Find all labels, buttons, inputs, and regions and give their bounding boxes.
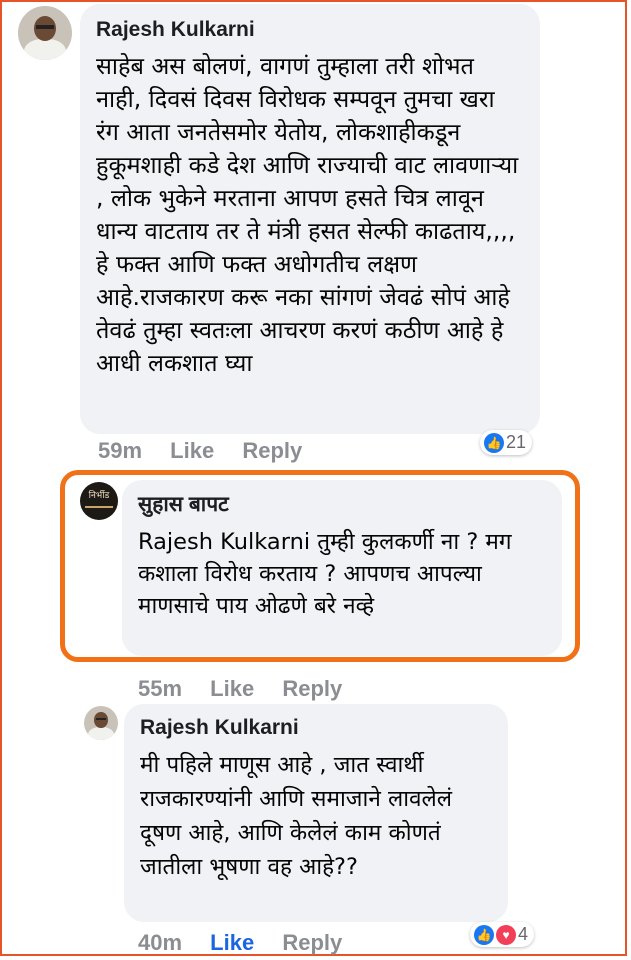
comment-author[interactable]: Rajesh Kulkarni bbox=[96, 18, 522, 42]
avatar[interactable]: निर्भीड bbox=[80, 482, 118, 520]
comment-text: Rajesh Kulkarni तुम्ही कुलकर्णी ना ? मग … bbox=[138, 529, 512, 619]
avatar[interactable] bbox=[84, 706, 118, 740]
comment-timestamp[interactable]: 59m bbox=[98, 438, 142, 463]
comment-bubble: Rajesh Kulkarni मी पहिले माणूस आहे , जात… bbox=[124, 704, 508, 922]
avatar-logo-text: निर्भीड bbox=[88, 490, 110, 501]
reaction-summary[interactable]: 👍 ♥ 4 bbox=[470, 922, 535, 947]
reply-button[interactable]: Reply bbox=[282, 676, 342, 701]
like-button[interactable]: Like bbox=[210, 930, 254, 955]
comment-author[interactable]: सुहास बापट bbox=[138, 490, 544, 518]
like-icon: 👍 bbox=[484, 432, 504, 453]
like-icon: 👍 bbox=[474, 924, 494, 945]
comment-timestamp[interactable]: 55m bbox=[138, 676, 182, 701]
reply-button[interactable]: Reply bbox=[282, 930, 342, 955]
comment-text: मी पहिले माणूस आहे , जात स्वार्थी राजकार… bbox=[140, 752, 453, 880]
like-button[interactable]: Like bbox=[170, 438, 214, 463]
avatar[interactable] bbox=[18, 6, 72, 60]
comment-text: साहेब अस बोलणं, वागणं तुम्हाला तरी शोभत … bbox=[96, 52, 519, 377]
comment-timestamp[interactable]: 40m bbox=[138, 930, 182, 955]
reaction-count: 4 bbox=[518, 924, 529, 944]
reaction-summary[interactable]: 👍 21 bbox=[480, 430, 533, 455]
comment-author[interactable]: Rajesh Kulkarni bbox=[140, 716, 490, 740]
comment-bubble: सुहास बापट Rajesh Kulkarni तुम्ही कुलकर्… bbox=[122, 480, 562, 656]
reply-button[interactable]: Reply bbox=[242, 438, 302, 463]
comment-actions: 40m Like Reply bbox=[138, 930, 364, 956]
reaction-count: 21 bbox=[506, 432, 527, 452]
comment-actions: 59m Like Reply bbox=[98, 438, 324, 464]
love-icon: ♥ bbox=[496, 924, 516, 945]
like-button[interactable]: Like bbox=[210, 676, 254, 701]
comment-actions: 55m Like Reply bbox=[138, 676, 364, 702]
comment-bubble: Rajesh Kulkarni साहेब अस बोलणं, वागणं तु… bbox=[80, 4, 540, 434]
